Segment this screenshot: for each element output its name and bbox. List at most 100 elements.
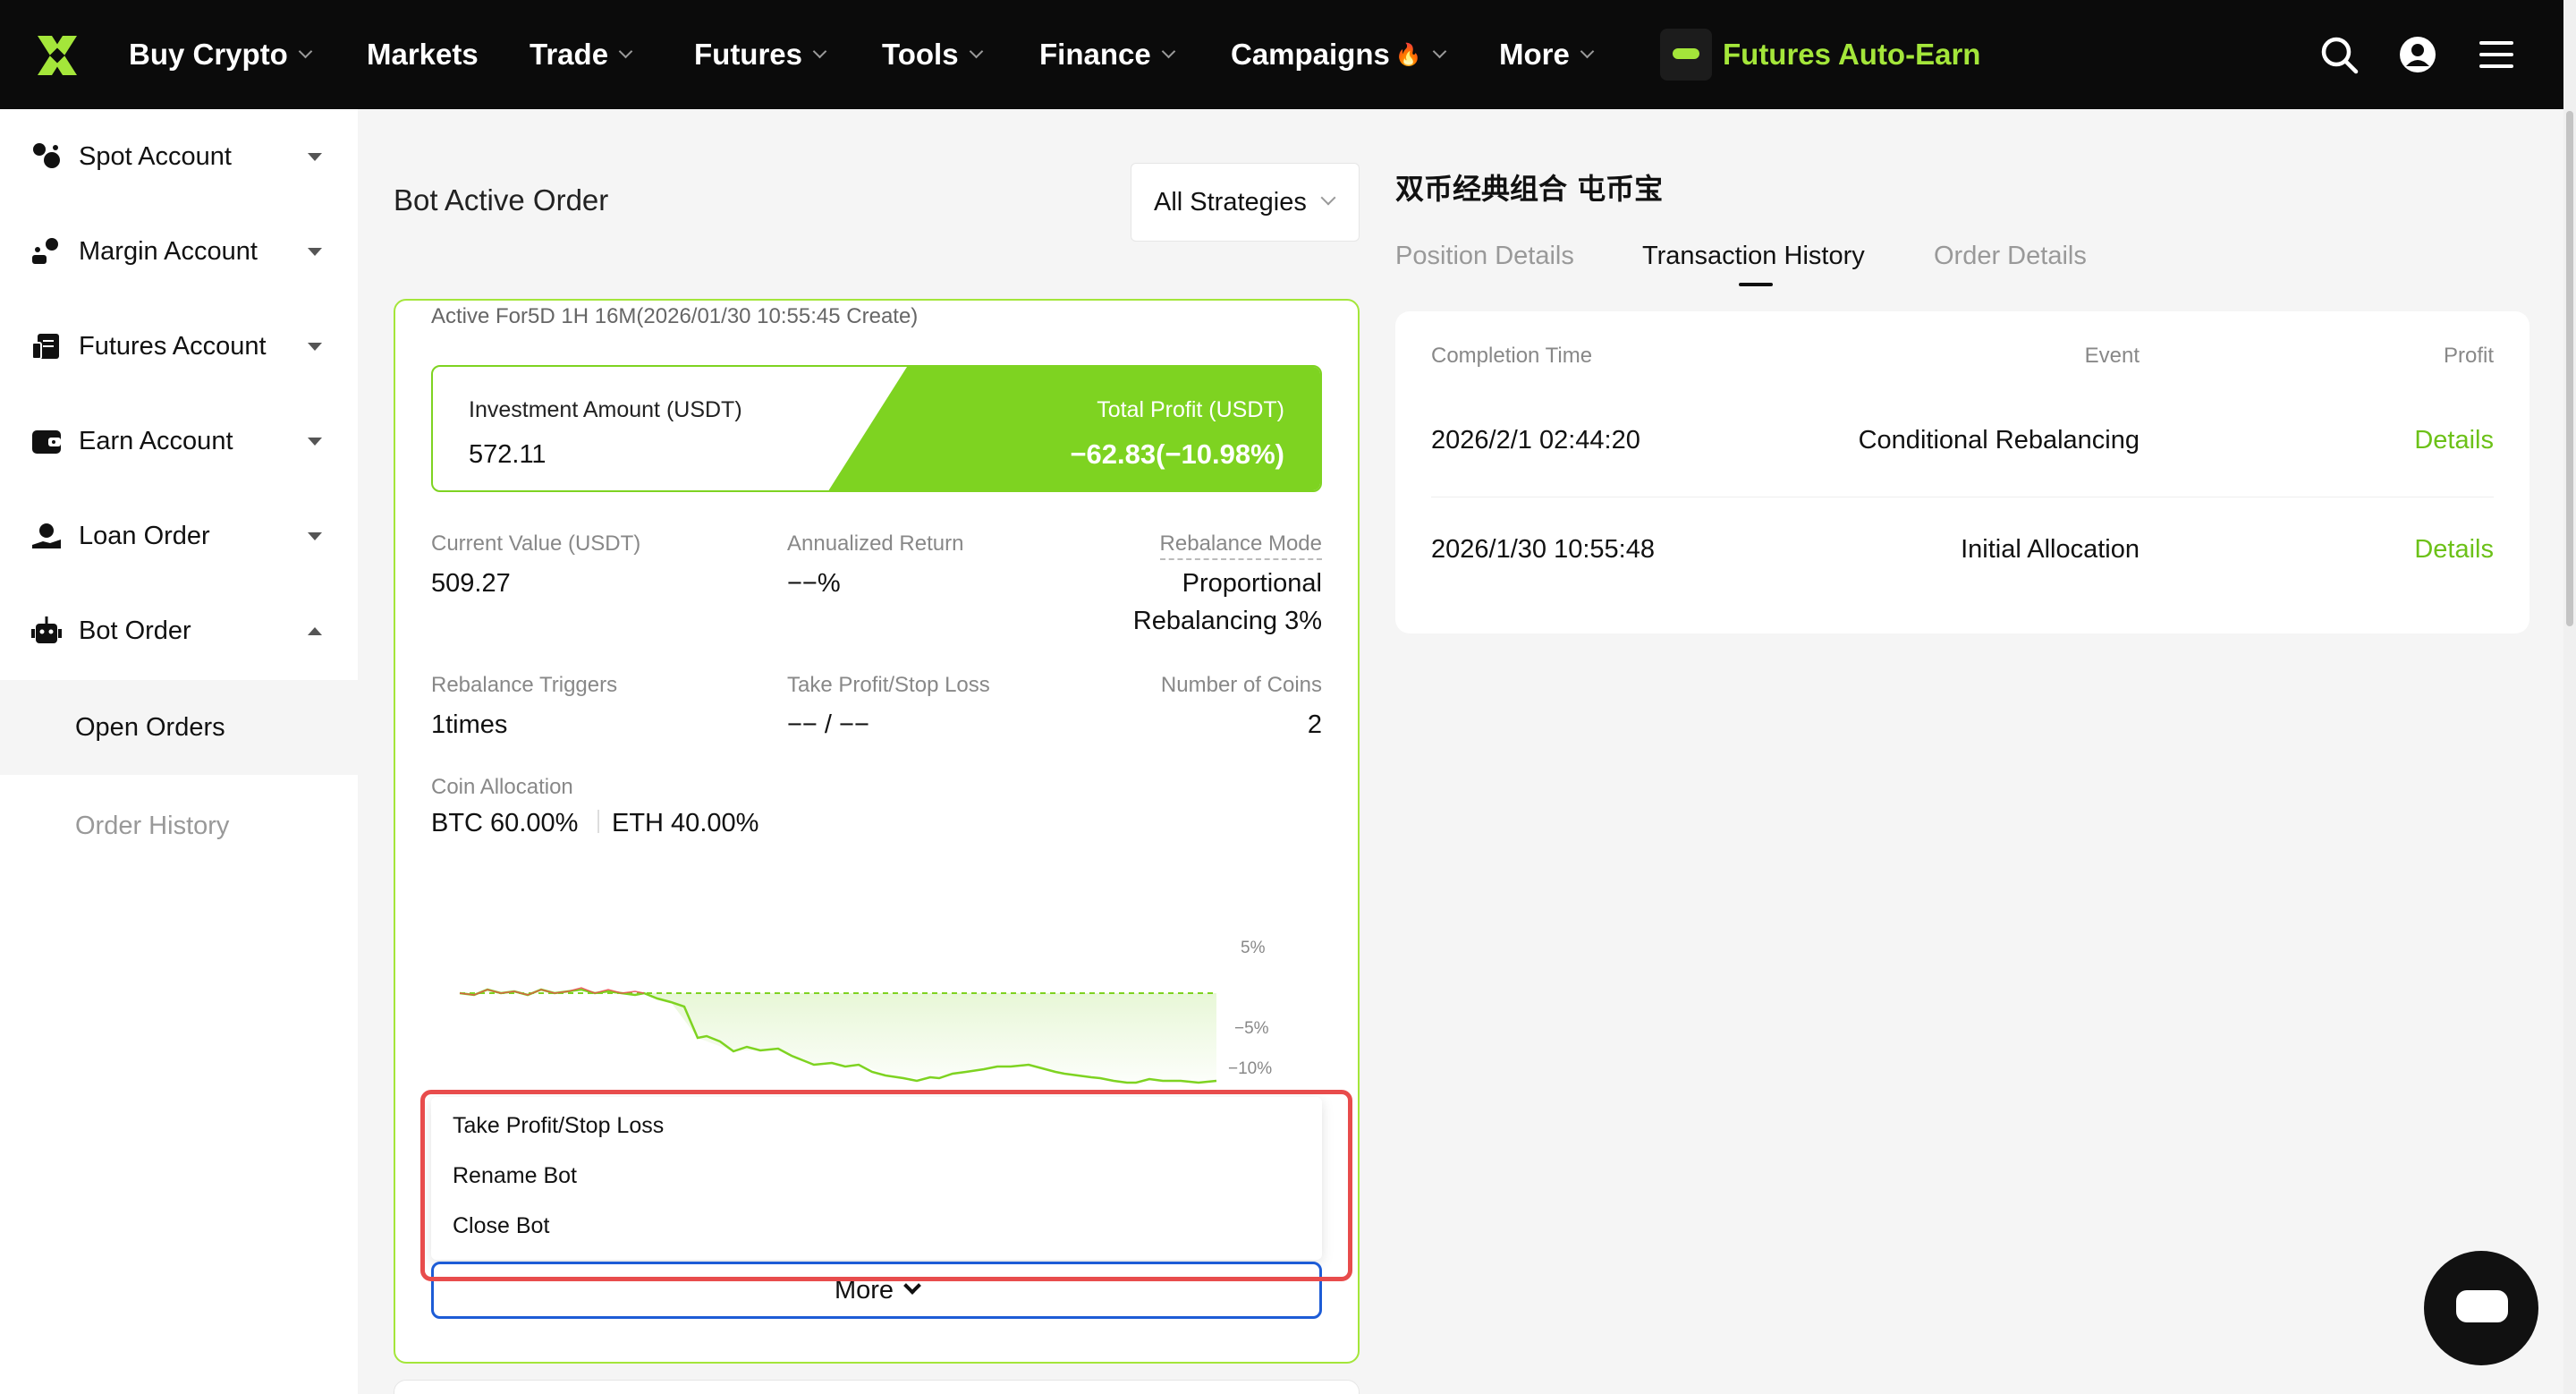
sidebar-item-earn-account[interactable]: Earn Account xyxy=(0,394,358,489)
flame-icon: 🔥 xyxy=(1394,42,1422,67)
tpsl-value: −− / −− xyxy=(787,710,869,739)
sidebar-item-label: Loan Order xyxy=(79,521,210,550)
futures-account-icon xyxy=(31,334,59,360)
tab-order-details[interactable]: Order Details xyxy=(1934,242,2087,271)
top-navigation-bar: Buy Crypto Markets Trade Futures Tools F… xyxy=(0,0,2563,109)
sidebar-subitem-label: Open Orders xyxy=(75,712,225,742)
annotation-highlight-box xyxy=(420,1090,1352,1281)
chevron-down-icon xyxy=(1161,44,1175,58)
number-of-coins-value: 2 xyxy=(1307,710,1322,739)
nav-buy-crypto-label: Buy Crypto xyxy=(129,38,288,71)
total-profit-label: Total Profit (USDT) xyxy=(1097,397,1284,422)
sidebar-subitem-open-orders[interactable]: Open Orders xyxy=(0,680,358,775)
sidebar-subitem-label: Order History xyxy=(75,811,230,840)
nav-more-label: More xyxy=(1499,38,1570,71)
row-1-time: 2026/2/1 02:44:20 xyxy=(1431,426,1640,455)
exchange-logo-icon[interactable] xyxy=(34,32,80,79)
nav-tools[interactable]: Tools xyxy=(882,34,983,75)
sidebar-item-label: Bot Order xyxy=(79,616,191,645)
nav-campaigns-label: Campaigns xyxy=(1231,38,1390,71)
chevron-down-icon xyxy=(1320,190,1336,206)
margin-account-icon xyxy=(32,238,58,264)
coin-allocation-label: Coin Allocation xyxy=(431,775,573,799)
chat-bubble-icon xyxy=(2456,1290,2508,1322)
investment-profit-summary: Investment Amount (USDT) 572.11 Total Pr… xyxy=(431,365,1322,492)
row-2-event: Initial Allocation xyxy=(1961,535,2140,564)
search-icon[interactable] xyxy=(2318,34,2360,75)
row-1-event: Conditional Rebalancing xyxy=(1858,426,2140,455)
bot-active-duration: Active For5D 1H 16M(2026/01/30 10:55:45 … xyxy=(431,304,919,328)
caret-up-icon xyxy=(308,626,322,635)
coin-allocation-divider xyxy=(597,810,599,833)
menu-icon[interactable] xyxy=(2476,34,2517,75)
earn-account-icon xyxy=(32,430,61,454)
scrollbar-thumb[interactable] xyxy=(2566,111,2573,626)
tpsl-label: Take Profit/Stop Loss xyxy=(787,673,990,697)
chevron-down-icon xyxy=(812,44,827,58)
row-1-details-link[interactable]: Details xyxy=(2414,426,2494,455)
drawdown-area xyxy=(644,993,1216,1083)
chevron-down-icon xyxy=(1432,44,1447,58)
nav-trade[interactable]: Trade xyxy=(530,34,633,75)
support-chat-button[interactable] xyxy=(2424,1251,2538,1365)
sidebar-item-label: Earn Account xyxy=(79,426,233,455)
caret-down-icon xyxy=(308,247,322,256)
sidebar-item-loan-order[interactable]: Loan Order xyxy=(0,489,358,583)
coin-allocation-btc: BTC 60.00% xyxy=(431,809,579,837)
caret-down-icon xyxy=(308,342,322,351)
rebalance-mode-value-line1: Proportional xyxy=(1182,569,1322,598)
column-header-completion-time: Completion Time xyxy=(1431,344,1593,368)
bot-performance-chart: 5% −5% −10% xyxy=(459,939,1272,1084)
nav-finance-label: Finance xyxy=(1039,38,1151,71)
tab-position-details[interactable]: Position Details xyxy=(1395,242,1574,271)
sidebar-item-margin-account[interactable]: Margin Account xyxy=(0,204,358,299)
total-profit-value: −62.83(−10.98%) xyxy=(1070,438,1284,470)
sidebar-item-bot-order[interactable]: Bot Order xyxy=(0,583,358,678)
strategy-filter-select[interactable]: All Strategies xyxy=(1131,163,1360,242)
promo-label: Futures Auto-Earn xyxy=(1723,38,1981,71)
chevron-down-icon xyxy=(1580,44,1595,58)
caret-down-icon xyxy=(308,531,322,540)
caret-down-icon xyxy=(308,437,322,446)
chevron-down-icon xyxy=(618,44,633,58)
caret-down-icon xyxy=(308,152,322,161)
page-scrollbar[interactable] xyxy=(2563,0,2576,1394)
rebalance-triggers-value: 1times xyxy=(431,710,508,739)
profit-highlight-band xyxy=(826,367,1320,490)
rebalance-mode-value-line2: Rebalancing 3% xyxy=(1132,607,1322,635)
annualized-return-label: Annualized Return xyxy=(787,531,964,556)
nav-trade-label: Trade xyxy=(530,38,609,71)
bot-strategy-title: 双币经典组合 屯币宝 xyxy=(1395,172,1664,206)
row-2-details-link[interactable]: Details xyxy=(2414,535,2494,565)
chevron-down-icon xyxy=(969,44,983,58)
current-value: 509.27 xyxy=(431,569,511,598)
chart-tick-minus-10: −10% xyxy=(1228,1059,1272,1078)
column-header-event: Event xyxy=(2084,344,2140,368)
column-header-profit: Profit xyxy=(2443,344,2494,368)
nav-campaigns[interactable]: Campaigns 🔥 xyxy=(1231,34,1447,75)
sidebar-subitem-order-history[interactable]: Order History xyxy=(0,778,358,873)
strategy-filter-value: All Strategies xyxy=(1154,187,1307,217)
active-tab-indicator xyxy=(1739,283,1773,286)
tab-transaction-history[interactable]: Transaction History xyxy=(1642,242,1865,271)
number-of-coins-label: Number of Coins xyxy=(1160,673,1322,697)
investment-amount-label: Investment Amount (USDT) xyxy=(469,397,742,422)
sidebar-item-label: Spot Account xyxy=(79,141,232,171)
chart-tick-minus-5: −5% xyxy=(1234,1019,1269,1038)
current-value-label: Current Value (USDT) xyxy=(431,531,641,556)
futures-auto-earn-promo[interactable]: Futures Auto-Earn xyxy=(1660,29,1980,81)
spot-account-icon xyxy=(33,143,60,168)
chart-tick-5: 5% xyxy=(1241,939,1266,957)
nav-buy-crypto[interactable]: Buy Crypto xyxy=(129,34,313,75)
rebalance-mode-label[interactable]: Rebalance Mode xyxy=(1159,531,1322,560)
sidebar-item-futures-account[interactable]: Futures Account xyxy=(0,299,358,394)
nav-finance[interactable]: Finance xyxy=(1039,34,1175,75)
nav-markets[interactable]: Markets xyxy=(367,34,479,75)
nav-markets-label: Markets xyxy=(367,38,479,71)
investment-amount-value: 572.11 xyxy=(469,440,547,469)
sidebar-item-spot-account[interactable]: Spot Account xyxy=(0,109,358,204)
chevron-down-icon xyxy=(298,44,313,58)
nav-futures[interactable]: Futures xyxy=(694,34,827,75)
account-icon[interactable] xyxy=(2397,34,2438,75)
nav-more[interactable]: More xyxy=(1499,34,1595,75)
